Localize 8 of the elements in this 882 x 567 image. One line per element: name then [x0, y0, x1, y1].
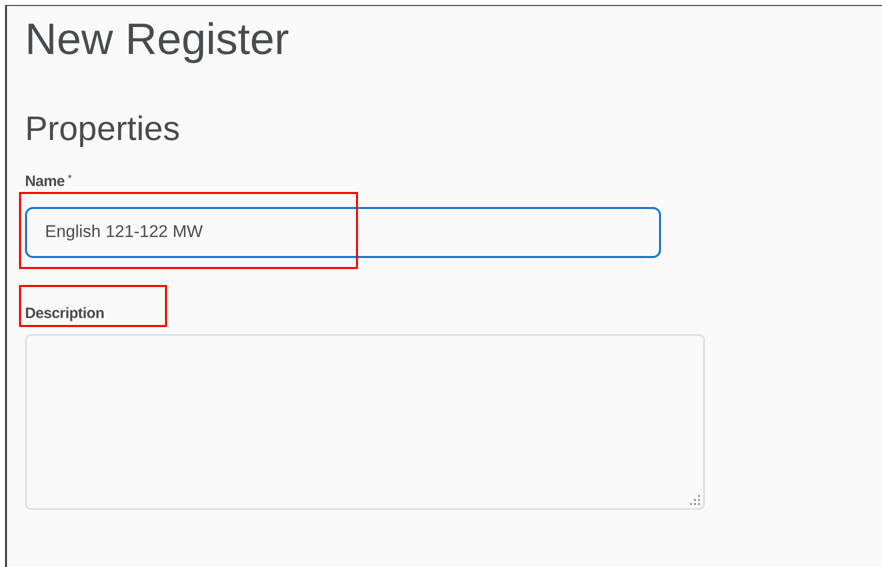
- page-title: New Register: [25, 18, 290, 62]
- resize-handle-icon[interactable]: [690, 494, 700, 504]
- field-label: Description: [25, 304, 104, 324]
- section-title: Properties: [25, 112, 180, 146]
- required-mark: *: [68, 172, 72, 187]
- name-field[interactable]: English 121-122 MW: [25, 206, 661, 258]
- field-label: Name: [25, 172, 65, 192]
- description-field[interactable]: [25, 334, 705, 510]
